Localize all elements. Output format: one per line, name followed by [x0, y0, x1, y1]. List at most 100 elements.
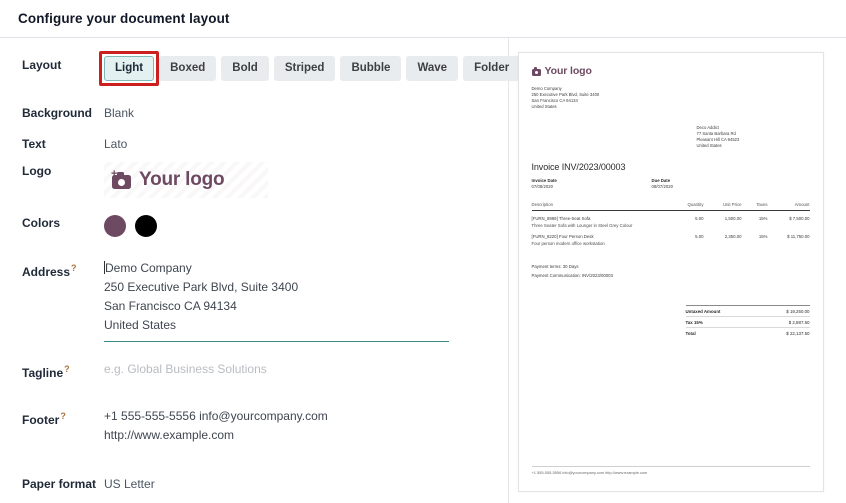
footer-line-1: +1 555-555-5556 info@yourcompany.com [104, 409, 328, 423]
cell-unit-price: 2,350.00 [724, 234, 742, 239]
paper-format-label: Paper format [22, 477, 97, 491]
field-background: Background Blank [22, 104, 492, 122]
tagline-label-text: Tagline [22, 366, 64, 380]
field-logo: Logo + Your logo [22, 162, 492, 202]
text-value[interactable]: Lato [104, 135, 492, 153]
address-line-1-text: Demo Company [105, 261, 192, 275]
layout-option-boxed[interactable]: Boxed [159, 56, 217, 81]
preview-due-date-value: 08/07/2020 [651, 184, 674, 189]
cell-quantity: 5.00 [695, 234, 704, 239]
footer-input[interactable]: +1 555-555-5556 info@yourcompany.com htt… [104, 407, 492, 445]
cell-description: [FURN_8999] Three-Seat Sofa Three Seater… [532, 216, 670, 229]
preview-totals: Untaxed Amount $ 19,250.00 Tax 15% $ 2,8… [685, 305, 810, 339]
preview-company-address-line-4: United States [531, 104, 557, 109]
invoice-preview-page: Your logo Demo Company 250 Executive Par… [517, 52, 824, 492]
totals-row-untaxed: Untaxed Amount $ 19,250.00 [685, 305, 810, 316]
layout-option-bubble[interactable]: Bubble [340, 56, 402, 81]
field-tagline: Tagline? e.g. Global Business Solutions [22, 360, 492, 381]
preview-payment-communication: Payment Communication: INV/2023/00003 [531, 273, 613, 278]
field-paper-format: Paper format US Letter [22, 475, 492, 493]
table-row: [FURN_8220] Four Person Desk Four person… [532, 229, 810, 247]
logo-upload-area[interactable]: + Your logo [104, 162, 268, 198]
preview-document-title: Invoice INV/2023/00003 [531, 162, 626, 172]
preview-footer: +1 555-555-5556 info@yourcompany.com htt… [531, 466, 810, 475]
totals-row-tax: Tax 15% $ 2,887.50 [685, 316, 810, 327]
field-footer: Footer? +1 555-555-5556 info@yourcompany… [22, 407, 492, 445]
column-header-taxes: Taxes [756, 202, 768, 207]
text-label: Text [22, 137, 46, 151]
footer-label-text: Footer [22, 413, 60, 427]
logo-placeholder-text: Your logo [139, 169, 225, 190]
layout-option-light[interactable]: Light [104, 56, 155, 81]
column-header-quantity: Quantity [687, 202, 704, 207]
color-swatches [104, 214, 492, 237]
address-line-3: San Francisco CA 94134 [104, 299, 237, 313]
cell-quantity: 5.00 [695, 216, 704, 221]
totals-label-untaxed: Untaxed Amount [685, 308, 721, 314]
footer-line-2: http://www.example.com [104, 428, 235, 442]
column-header-amount: Amount [794, 202, 810, 207]
paper-format-value[interactable]: US Letter [104, 475, 492, 493]
totals-value-total: $ 22,137.50 [786, 330, 810, 336]
cell-amount: $ 7,500.00 [789, 216, 810, 221]
tagline-label: Tagline? [22, 360, 104, 381]
address-line-4: United States [104, 318, 177, 332]
layout-settings-form: Layout Light Boxed Bold Striped Bubble W… [0, 38, 521, 503]
totals-row-total: Total $ 22,137.50 [685, 327, 810, 338]
footer-label: Footer? [22, 407, 104, 428]
colors-label: Colors [22, 216, 61, 230]
column-header-unit-price: Unit Price [722, 202, 742, 207]
preview-customer-address-line-4: United States [696, 143, 722, 148]
preview-line-items-table: Description Quantity Unit Price Taxes Am… [531, 202, 810, 247]
address-help-icon[interactable]: ? [71, 263, 77, 273]
field-layout: Layout Light Boxed Bold Striped Bubble W… [22, 51, 521, 86]
preview-logo-text: Your logo [544, 65, 592, 77]
layout-option-folder[interactable]: Folder [463, 56, 521, 81]
layout-option-striped[interactable]: Striped [273, 56, 336, 81]
background-label: Background [22, 106, 93, 120]
dialog-body: Layout Light Boxed Bold Striped Bubble W… [0, 38, 846, 503]
layout-options: Light Boxed Bold Striped Bubble Wave Fol… [99, 51, 521, 86]
cell-amount: $ 11,750.00 [787, 234, 810, 239]
totals-label-total: Total [685, 330, 696, 336]
color-swatch-primary[interactable] [104, 215, 126, 237]
field-text: Text Lato [22, 135, 492, 153]
address-line-1: Demo Company [104, 259, 449, 278]
field-address: Address? Demo Company 250 Executive Park… [22, 259, 492, 342]
address-label-text: Address [22, 265, 71, 279]
preview-customer-address: Deco Addict 77 Santa Barbara Rd Pleasant… [697, 125, 740, 149]
logo-label: Logo [22, 164, 52, 178]
preview-payment-terms: Payment terms: 30 Days [531, 264, 579, 269]
page-title: Configure your document layout [18, 11, 230, 26]
cell-taxes: 15% [758, 216, 768, 221]
cell-description-sub: Four person modern office workstation [531, 240, 605, 246]
table-header-row: Description Quantity Unit Price Taxes Am… [531, 202, 810, 211]
cell-description-sub: Three Seater Sofa with Lounger in Steel … [531, 222, 633, 228]
column-header-description: Description [531, 202, 554, 207]
camera-icon [531, 66, 542, 76]
layout-option-wave[interactable]: Wave [406, 56, 459, 81]
table-row: [FURN_8999] Three-Seat Sofa Three Seater… [532, 211, 810, 229]
totals-value-untaxed: $ 19,250.00 [786, 308, 810, 314]
color-swatch-secondary[interactable] [135, 215, 157, 237]
camera-icon: + [111, 169, 132, 189]
address-input[interactable]: Demo Company 250 Executive Park Blvd, Su… [104, 259, 449, 342]
cell-description: [FURN_8220] Four Person Desk Four person… [532, 234, 670, 247]
preview-dates: Invoice Date 07/08/2020 Due Date 08/07/2… [532, 178, 810, 190]
preview-due-date: Due Date 08/07/2020 [652, 178, 772, 190]
totals-label-tax: Tax 15% [685, 319, 703, 325]
preview-payment-info: Payment terms: 30 Days Payment Communica… [532, 262, 810, 280]
background-value[interactable]: Blank [104, 104, 492, 122]
preview-company-address: Demo Company 250 Executive Park Blvd, Su… [532, 86, 810, 110]
totals-value-tax: $ 2,887.50 [788, 319, 810, 325]
cell-taxes: 15% [758, 234, 768, 239]
dialog-header: Configure your document layout [0, 0, 846, 38]
tagline-help-icon[interactable]: ? [64, 364, 70, 374]
cell-unit-price: 1,500.00 [724, 216, 742, 221]
layout-option-light-wrap: Light [99, 51, 160, 86]
layout-label: Layout [22, 58, 62, 72]
field-colors: Colors [22, 214, 492, 237]
tagline-input-placeholder[interactable]: e.g. Global Business Solutions [104, 360, 492, 378]
layout-option-bold[interactable]: Bold [221, 56, 269, 81]
footer-help-icon[interactable]: ? [60, 411, 66, 421]
